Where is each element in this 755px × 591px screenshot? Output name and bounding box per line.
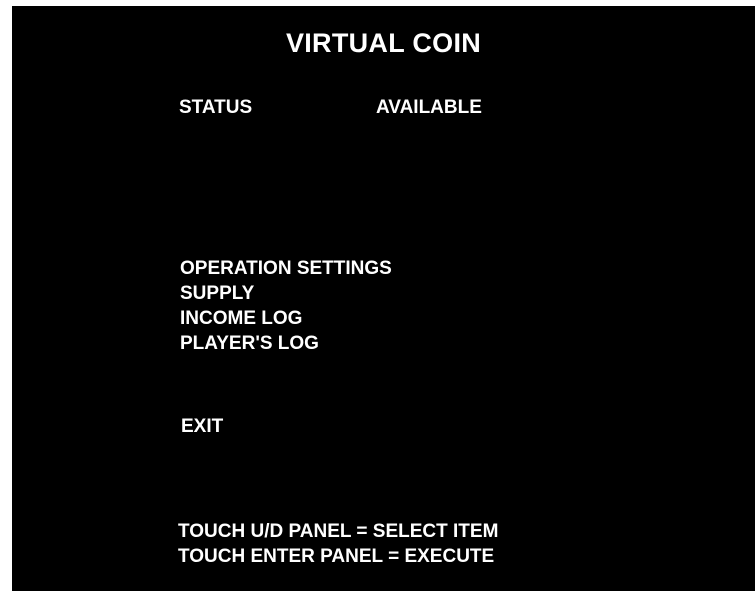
instructions: TOUCH U/D PANEL = SELECT ITEM TOUCH ENTE… xyxy=(178,519,498,569)
instruction-select: TOUCH U/D PANEL = SELECT ITEM xyxy=(178,521,499,542)
menu-item-income-log[interactable]: INCOME LOG xyxy=(180,306,392,331)
status-value: AVAILABLE xyxy=(376,97,482,118)
page-title: VIRTUAL COIN xyxy=(285,28,482,58)
menu-item-players-log[interactable]: PLAYER'S LOG xyxy=(180,331,392,356)
menu-item-operation-settings[interactable]: OPERATION SETTINGS xyxy=(180,256,392,281)
menu-item-supply[interactable]: SUPPLY xyxy=(180,281,392,306)
menu-list: OPERATION SETTINGS SUPPLY INCOME LOG PLA… xyxy=(180,256,392,356)
instruction-execute: TOUCH ENTER PANEL = EXECUTE xyxy=(178,546,495,567)
menu-item-exit[interactable]: EXIT xyxy=(181,415,223,439)
status-label: STATUS xyxy=(179,97,253,118)
service-menu-screen: VIRTUAL COIN STATUS AVAILABLE OPERATION … xyxy=(12,6,755,591)
